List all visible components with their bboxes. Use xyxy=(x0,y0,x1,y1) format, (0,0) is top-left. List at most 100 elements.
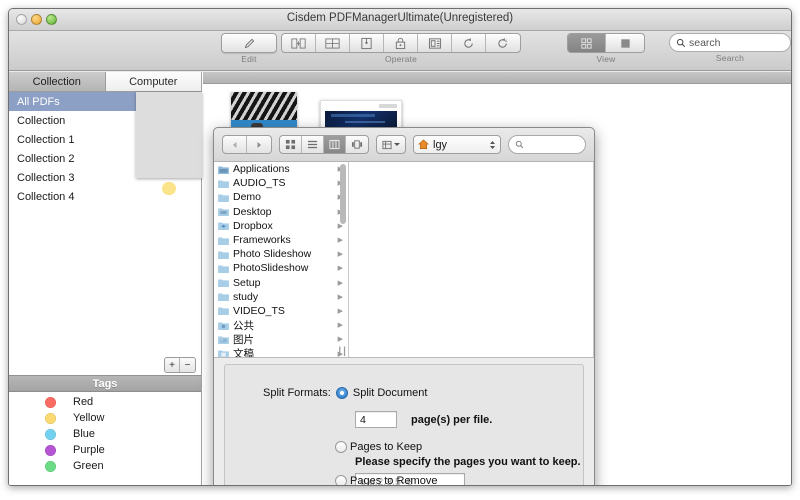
column-view-icon[interactable] xyxy=(324,136,346,153)
file-browser: Applications ▶ AUDIO_TS ▶ Demo ▶ xyxy=(214,162,594,358)
file-row[interactable]: 公共 ▶ xyxy=(214,318,348,332)
back-button[interactable] xyxy=(223,136,247,153)
file-row[interactable]: Setup ▶ xyxy=(214,276,348,290)
main-toolbar: Edit A Operate View search Search xyxy=(9,31,791,71)
file-column[interactable]: Applications ▶ AUDIO_TS ▶ Demo ▶ xyxy=(214,162,349,357)
pages-to-keep-label: Pages to Keep xyxy=(350,441,423,453)
tag-item-red[interactable]: Red xyxy=(9,394,201,410)
dialog-toolbar: lgy xyxy=(214,128,594,162)
edit-button[interactable] xyxy=(221,33,277,53)
icon-view-icon[interactable] xyxy=(280,136,302,153)
file-row[interactable]: Applications ▶ xyxy=(214,162,348,176)
file-name: VIDEO_TS xyxy=(233,304,285,317)
sidebar-tabs: Collection Computer xyxy=(9,72,201,92)
file-name: 文稿 xyxy=(233,348,254,357)
tab-computer[interactable]: Computer xyxy=(105,72,201,92)
tag-color-dot xyxy=(45,460,56,472)
toolbar-group-operate: A Operate xyxy=(281,33,521,64)
pencil-icon xyxy=(244,38,254,48)
radio-split-document[interactable] xyxy=(335,387,348,399)
file-column-empty[interactable] xyxy=(349,162,594,357)
scrollbar-thumb[interactable] xyxy=(340,164,346,224)
split-icon[interactable] xyxy=(282,34,316,52)
tag-item-green[interactable]: Green xyxy=(9,458,201,474)
file-name: Photo Slideshow xyxy=(233,248,312,261)
tag-item-yellow[interactable]: Yellow xyxy=(9,410,201,426)
svg-text:A: A xyxy=(505,39,508,43)
search-icon xyxy=(515,140,524,149)
pages-to-keep-hint-row: Please specify the pages you want to kee… xyxy=(355,456,581,468)
file-row[interactable]: 图片 ▶ xyxy=(214,332,348,346)
tag-label: Yellow xyxy=(73,412,105,424)
file-row[interactable]: Desktop ▶ xyxy=(214,205,348,219)
file-row[interactable]: Photo Slideshow ▶ xyxy=(214,247,348,261)
pages-per-file-input[interactable]: 4 xyxy=(355,411,397,428)
folder-icon xyxy=(218,236,229,245)
file-name: 图片 xyxy=(233,333,254,346)
folder-icon xyxy=(218,265,229,273)
grid-view-icon[interactable] xyxy=(568,34,606,52)
file-name: Setup xyxy=(233,276,261,289)
lock-icon[interactable] xyxy=(384,34,418,52)
cover-flow-icon[interactable] xyxy=(346,136,368,153)
radio-pages-to-keep[interactable] xyxy=(335,441,347,453)
merge-icon[interactable] xyxy=(316,34,350,52)
file-row[interactable]: study ▶ xyxy=(214,290,348,304)
file-row[interactable]: Demo ▶ xyxy=(214,190,348,204)
search-input[interactable]: search xyxy=(669,33,791,52)
pages-to-remove-label: Pages to Remove xyxy=(350,475,438,486)
path-label: lgy xyxy=(433,138,448,151)
toolbar-group-search: search Search xyxy=(669,33,791,63)
operate-caption: Operate xyxy=(384,54,418,64)
search-value: search xyxy=(689,36,721,49)
add-collection-button[interactable]: + xyxy=(165,358,180,372)
column-scrollbar[interactable] xyxy=(339,162,347,357)
column-resize-grip[interactable]: ┃┃ xyxy=(337,347,347,356)
unlock-icon[interactable] xyxy=(418,34,452,52)
list-view-icon[interactable] xyxy=(302,136,324,153)
desktop-folder-icon xyxy=(218,208,229,217)
file-name: Dropbox xyxy=(233,219,273,232)
file-row[interactable]: Frameworks ▶ xyxy=(214,233,348,247)
grid-header-bar xyxy=(203,72,791,84)
rotate-icon[interactable] xyxy=(452,34,486,52)
path-popup-button[interactable]: lgy xyxy=(413,135,501,154)
radio-pages-to-remove[interactable] xyxy=(335,475,347,485)
folder-icon xyxy=(218,307,229,316)
file-row[interactable]: Dropbox ▶ xyxy=(214,219,348,233)
pages-per-file-suffix: page(s) per file. xyxy=(411,413,493,426)
file-row[interactable]: 文稿 ▶ xyxy=(214,346,348,357)
dropbox-folder-icon xyxy=(218,222,229,231)
folder-icon xyxy=(218,180,229,188)
dialog-search-input[interactable] xyxy=(508,135,586,154)
file-row[interactable]: VIDEO_TS ▶ xyxy=(214,304,348,318)
tag-color-dot xyxy=(45,444,56,456)
chevron-down-icon xyxy=(394,143,400,146)
extract-icon[interactable] xyxy=(350,34,384,52)
apps-folder-icon xyxy=(218,166,229,174)
folder-icon xyxy=(218,251,229,259)
tab-collection[interactable]: Collection xyxy=(9,72,106,92)
home-icon xyxy=(418,139,429,149)
tag-label: Red xyxy=(73,396,94,408)
tag-item-purple[interactable]: Purple xyxy=(9,442,201,458)
split-document-label: Split Document xyxy=(352,387,428,399)
view-caption: View xyxy=(596,54,616,64)
split-formats-label: Split Formats: xyxy=(263,387,331,399)
toolbar-group-edit: Edit xyxy=(221,33,277,64)
file-row[interactable]: PhotoSlideshow ▶ xyxy=(214,261,348,275)
forward-button[interactable] xyxy=(247,136,271,153)
action-menu-button[interactable] xyxy=(376,135,406,154)
pdf-thumbnail-hidden[interactable] xyxy=(123,92,215,196)
list-view-icon[interactable] xyxy=(606,34,644,52)
edit-caption: Edit xyxy=(241,54,257,64)
file-name: Applications xyxy=(233,163,290,176)
split-dialog: lgy Applications AUDIO_TS Demo Desktop D… xyxy=(213,127,595,486)
tag-color-dot xyxy=(45,412,56,424)
tag-item-blue[interactable]: Blue xyxy=(9,426,201,442)
file-name: Desktop xyxy=(233,205,272,218)
convert-icon[interactable]: A xyxy=(486,34,520,52)
file-row[interactable]: AUDIO_TS ▶ xyxy=(214,176,348,190)
file-name: study xyxy=(233,290,259,303)
remove-collection-button[interactable]: − xyxy=(180,358,195,372)
